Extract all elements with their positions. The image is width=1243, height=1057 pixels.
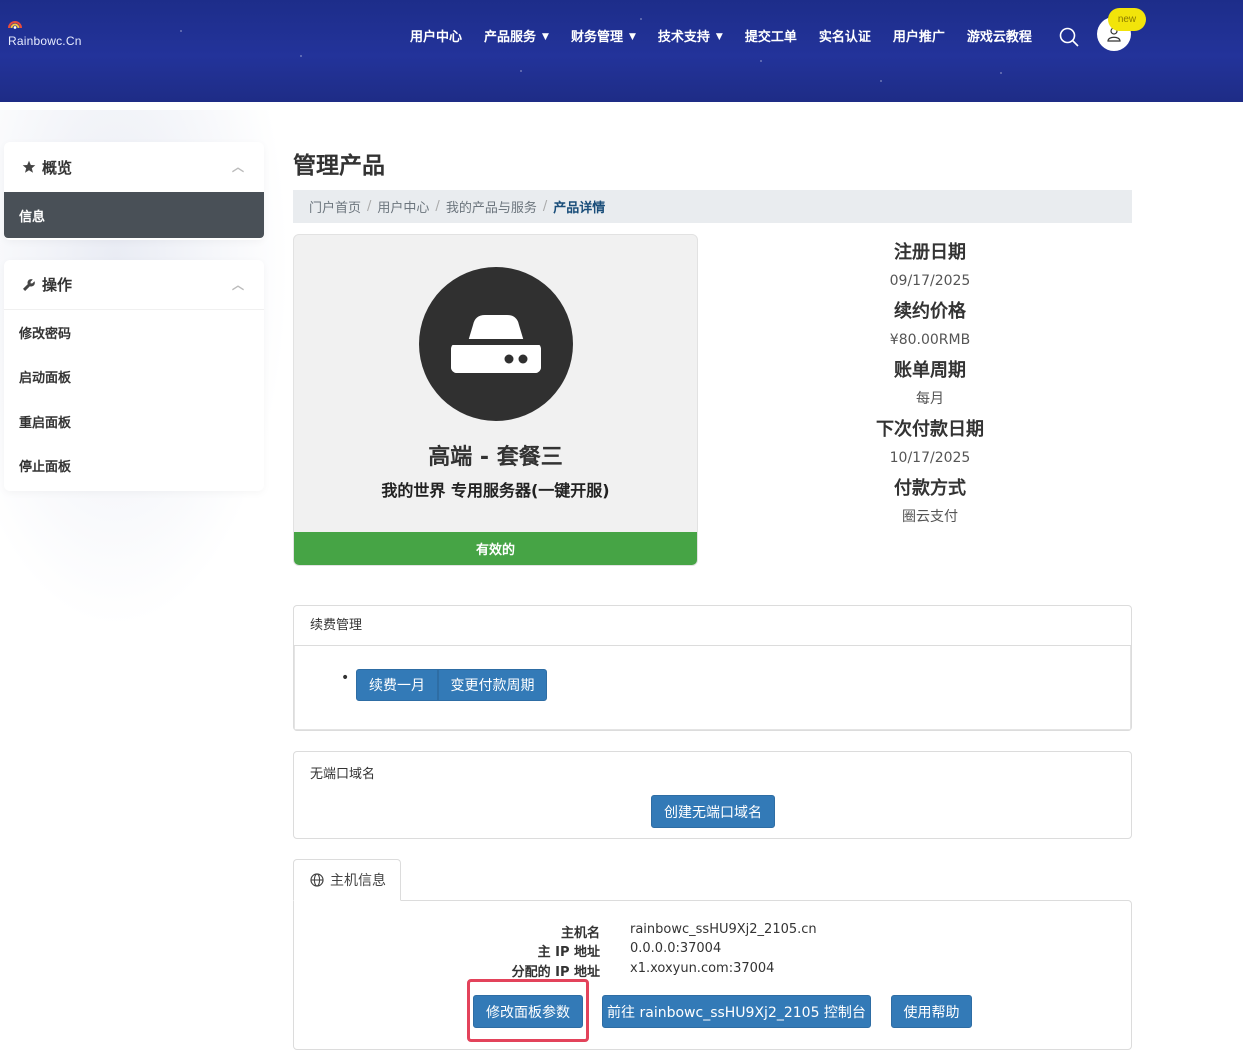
sidebar-overview-header[interactable]: 概览 ︿ [4, 142, 264, 192]
nav-submit-ticket[interactable]: 提交工单 [745, 26, 797, 45]
main-nav: 用户中心 产品服务 ▼ 财务管理 ▼ 技术支持 ▼ 提交工单 实名认证 用户推广 游戏… [410, 26, 1054, 45]
nav-affiliate[interactable]: 用户推广 [893, 26, 945, 45]
detail-label: 续约价格 [894, 301, 966, 322]
detail-label: 下次付款日期 [876, 419, 984, 440]
highlight-box [467, 979, 589, 1042]
host-row-assigned-ip: 分配的 IP 地址 x1.xoxyun.com:37004 [400, 961, 775, 980]
caret-down-icon: ▼ [715, 31, 723, 42]
nav-label: 技术支持 [657, 30, 710, 45]
tab-host-info[interactable]: 主机信息 [293, 859, 401, 901]
host-key: 主机名 [560, 926, 600, 941]
breadcrumb-separator: / [542, 199, 548, 214]
chevron-up-icon[interactable]: ︿ [232, 276, 244, 293]
nav-label: 实名认证 [818, 30, 871, 45]
server-icon [419, 267, 573, 421]
portless-domain-title: 无端口域名 [310, 767, 376, 782]
renewal-title: 续费管理 [294, 606, 1131, 646]
nav-label: 用户中心 [410, 30, 463, 45]
nav-user-center[interactable]: 用户中心 [410, 26, 462, 45]
host-key: 主 IP 地址 [537, 945, 600, 960]
create-portless-domain-button[interactable]: 创建无端口域名 [651, 795, 775, 828]
detail-value: 09/17/2025 [889, 273, 971, 289]
star-icon [22, 160, 36, 173]
breadcrumb-separator: / [367, 199, 372, 214]
search-icon[interactable] [1059, 27, 1079, 47]
caret-down-icon: ▼ [628, 31, 636, 42]
sidebar-actions-title: 操作 [42, 276, 73, 294]
sidebar-actions-panel: 操作 ︿ 修改密码 启动面板 重启面板 停止面板 [4, 260, 264, 491]
nav-label: 财务管理 [570, 30, 623, 45]
renew-one-month-button[interactable]: 续费一月 [356, 669, 438, 701]
host-value: x1.xoxyun.com:37004 [630, 961, 775, 976]
breadcrumb-user-center[interactable]: 用户中心 [377, 197, 429, 216]
nav-verification[interactable]: 实名认证 [819, 26, 871, 45]
product-name: 高端 - 套餐三 [428, 445, 563, 470]
sidebar-item-restart-panel[interactable]: 重启面板 [4, 399, 264, 444]
rainbow-logo-icon [8, 21, 22, 29]
product-group: 我的世界 专用服务器(一键开服) [381, 481, 610, 500]
top-header: Rainbowc.Cn 用户中心 产品服务 ▼ 财务管理 ▼ 技术支持 ▼ 提交工单 … [0, 0, 1243, 102]
sidebar-actions-header[interactable]: 操作 ︿ [4, 260, 264, 310]
breadcrumb-separator: / [435, 199, 440, 214]
nav-label: 提交工单 [744, 30, 797, 45]
breadcrumb-home[interactable]: 门户首页 [309, 197, 361, 216]
host-value: 0.0.0.0:37004 [630, 941, 722, 956]
detail-label: 账单周期 [894, 360, 966, 381]
breadcrumb-my-products[interactable]: 我的产品与服务 [446, 197, 537, 216]
renewal-actions: 续费一月 变更付款周期 [356, 669, 547, 701]
nav-finance[interactable]: 财务管理 ▼ [571, 26, 636, 45]
portless-domain-box: 无端口域名 创建无端口域名 [293, 751, 1132, 839]
nav-tutorials[interactable]: 游戏云教程 [967, 26, 1032, 45]
page-title: 管理产品 [293, 153, 385, 179]
detail-value: ¥80.00RMB [889, 332, 971, 348]
logo-text: Rainbowc.Cn [8, 34, 82, 48]
help-button[interactable]: 使用帮助 [891, 995, 972, 1028]
sidebar-item-stop-panel[interactable]: 停止面板 [4, 444, 264, 489]
renewal-box: 续费管理 • 续费一月 变更付款周期 [293, 605, 1132, 731]
detail-value: 每月 [916, 391, 944, 407]
detail-value: 10/17/2025 [889, 450, 971, 466]
host-row-main-ip: 主 IP 地址 0.0.0.0:37004 [400, 941, 722, 960]
product-card: 高端 - 套餐三 我的世界 专用服务器(一键开服) 有效的 [293, 234, 698, 566]
change-billing-cycle-button[interactable]: 变更付款周期 [438, 669, 547, 701]
sidebar-overview-title: 概览 [42, 158, 73, 177]
caret-down-icon: ▼ [542, 31, 549, 42]
breadcrumb-current: 产品详情 [553, 201, 606, 216]
sidebar-item-change-password[interactable]: 修改密码 [4, 310, 264, 355]
goto-console-button[interactable]: 前往 rainbowc_ssHU9Xj2_2105 控制台 [602, 995, 871, 1028]
product-details: 注册日期 09/17/2025 续约价格 ¥80.00RMB 账单周期 每月 下… [830, 238, 1030, 533]
server-drive-icon [451, 315, 541, 373]
host-value: rainbowc_ssHU9Xj2_2105.cn [630, 922, 817, 937]
host-row-hostname: 主机名 rainbowc_ssHU9Xj2_2105.cn [400, 922, 817, 941]
sidebar-item-start-panel[interactable]: 启动面板 [4, 355, 264, 400]
chevron-up-icon[interactable]: ︿ [232, 158, 244, 175]
nav-label: 产品服务 [484, 30, 537, 45]
host-key: 分配的 IP 地址 [511, 965, 600, 980]
nav-label: 游戏云教程 [966, 30, 1032, 45]
sidebar-overview-panel: 概览 ︿ 信息 [4, 142, 264, 240]
status-badge: 有效的 [294, 532, 697, 565]
renewal-body: • 续费一月 变更付款周期 [294, 646, 1131, 730]
nav-products[interactable]: 产品服务 ▼ [484, 26, 549, 45]
new-badge: new [1108, 8, 1146, 31]
list-bullet: • [341, 670, 350, 686]
nav-support[interactable]: 技术支持 ▼ [658, 26, 723, 45]
sidebar-item-info[interactable]: 信息 [4, 192, 264, 238]
tab-host-info-label: 主机信息 [330, 873, 386, 889]
nav-label: 用户推广 [892, 30, 945, 45]
globe-icon [310, 873, 324, 887]
breadcrumb: 门户首页 / 用户中心 / 我的产品与服务 / 产品详情 [293, 190, 1132, 223]
detail-value: 圈云支付 [902, 509, 958, 525]
site-logo[interactable]: Rainbowc.Cn [8, 18, 82, 48]
detail-label: 注册日期 [894, 242, 966, 263]
wrench-icon [23, 278, 35, 291]
detail-label: 付款方式 [894, 478, 966, 499]
